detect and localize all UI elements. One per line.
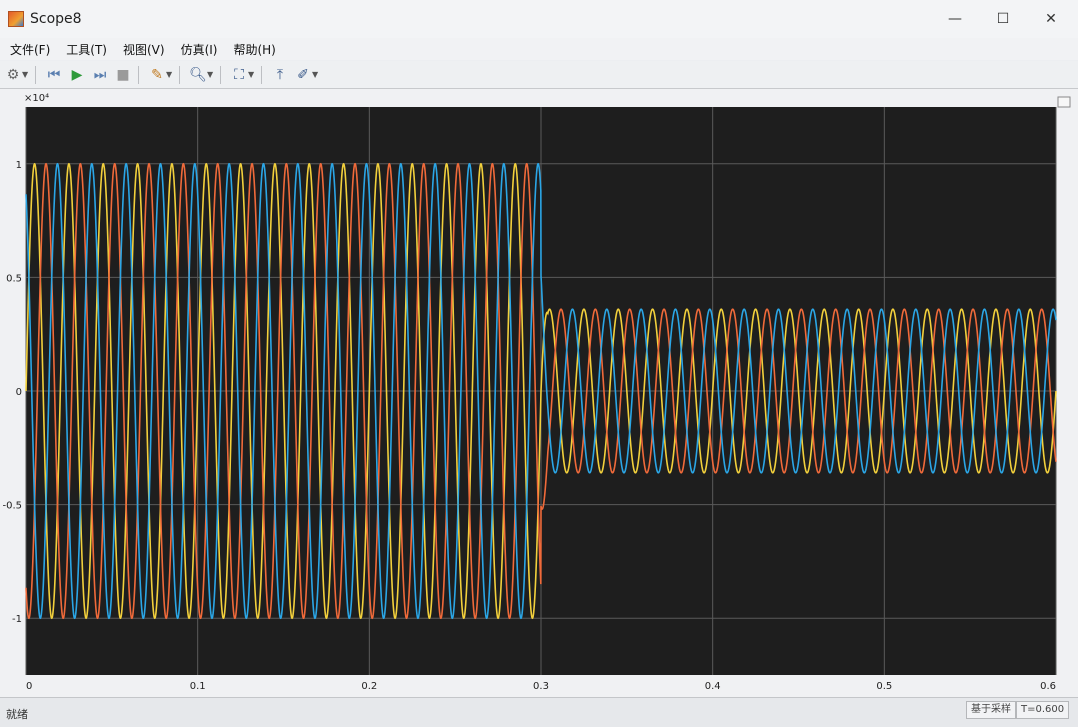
menu-help[interactable]: 帮助(H): [231, 39, 277, 60]
y-tick-label: -1: [12, 614, 22, 625]
gear-icon[interactable]: ⚙: [3, 65, 23, 85]
x-tick-label: 0.5: [876, 681, 892, 692]
edit-icon[interactable]: ✐: [293, 65, 313, 85]
undock-icon[interactable]: [1057, 96, 1071, 108]
measure-icon[interactable]: ⤒: [270, 65, 290, 85]
window-title: Scope8: [30, 11, 82, 27]
status-text: 就绪: [6, 708, 28, 721]
x-tick-label: 0.1: [190, 681, 206, 692]
plot-area: 0 0.1 0.2 0.3 0.4 0.5 0.6 1 0.5 0 -0.5 -1 ×10⁴: [0, 89, 1078, 697]
chevron-down-icon[interactable]: ▼: [207, 70, 215, 79]
status-bar: 就绪 基于采样 T=0.600: [0, 697, 1078, 727]
menu-file[interactable]: 文件(F): [8, 39, 52, 60]
sim-time: T=0.600: [1016, 701, 1070, 719]
y-tick-label: 0: [16, 387, 22, 398]
x-tick-label: 0.3: [533, 681, 549, 692]
maximize-button[interactable]: ☐: [980, 0, 1026, 38]
title-bar: Scope8 — ☐ ✕: [0, 0, 1078, 38]
step-back-icon[interactable]: ⏮: [44, 65, 64, 85]
scope-plot[interactable]: 0 0.1 0.2 0.3 0.4 0.5 0.6 1 0.5 0 -0.5 -1 ×10⁴: [0, 89, 1078, 697]
x-tick-label: 0: [26, 681, 32, 692]
chevron-down-icon[interactable]: ▼: [248, 70, 256, 79]
y-tick-label: 0.5: [6, 273, 22, 284]
menu-view[interactable]: 视图(V): [121, 39, 167, 60]
y-tick-label: 1: [16, 160, 22, 171]
toolbar-separator: [261, 65, 262, 84]
y-exponent-label: ×10⁴: [24, 93, 49, 104]
x-tick-label: 0.6: [1040, 681, 1056, 692]
toolbar: ⚙ ▼ ⏮ ▶ ⏭ ■ ✎ ▼ 🔍︎ ▼ ⛶ ▼ ⤒ ✐ ▼: [0, 61, 1078, 89]
sampling-mode: 基于采样: [966, 701, 1016, 719]
scope-window: Scope8 — ☐ ✕ 文件(F) 工具(T) 视图(V) 仿真(I) 帮助(…: [0, 0, 1078, 727]
autoscale-icon[interactable]: ⛶: [229, 65, 249, 85]
chevron-down-icon[interactable]: ▼: [22, 70, 30, 79]
toolbar-separator: [138, 65, 139, 84]
stop-icon[interactable]: ■: [113, 65, 133, 85]
toolbar-separator: [179, 65, 180, 84]
highlight-icon[interactable]: ✎: [147, 65, 167, 85]
matlab-icon: [8, 11, 24, 27]
y-tick-label: -0.5: [2, 501, 22, 512]
toolbar-separator: [35, 65, 36, 84]
menu-tools[interactable]: 工具(T): [64, 39, 109, 60]
toolbar-separator: [220, 65, 221, 84]
run-icon[interactable]: ▶: [67, 65, 87, 85]
minimize-button[interactable]: —: [932, 0, 978, 38]
menu-bar: 文件(F) 工具(T) 视图(V) 仿真(I) 帮助(H): [0, 38, 1078, 60]
x-tick-label: 0.4: [705, 681, 721, 692]
zoom-icon[interactable]: 🔍︎: [188, 65, 208, 85]
x-tick-label: 0.2: [361, 681, 377, 692]
close-button[interactable]: ✕: [1028, 0, 1074, 38]
menu-simulation[interactable]: 仿真(I): [179, 39, 220, 60]
chevron-down-icon[interactable]: ▼: [312, 70, 320, 79]
step-forward-icon[interactable]: ⏭: [90, 65, 110, 85]
chevron-down-icon[interactable]: ▼: [166, 70, 174, 79]
